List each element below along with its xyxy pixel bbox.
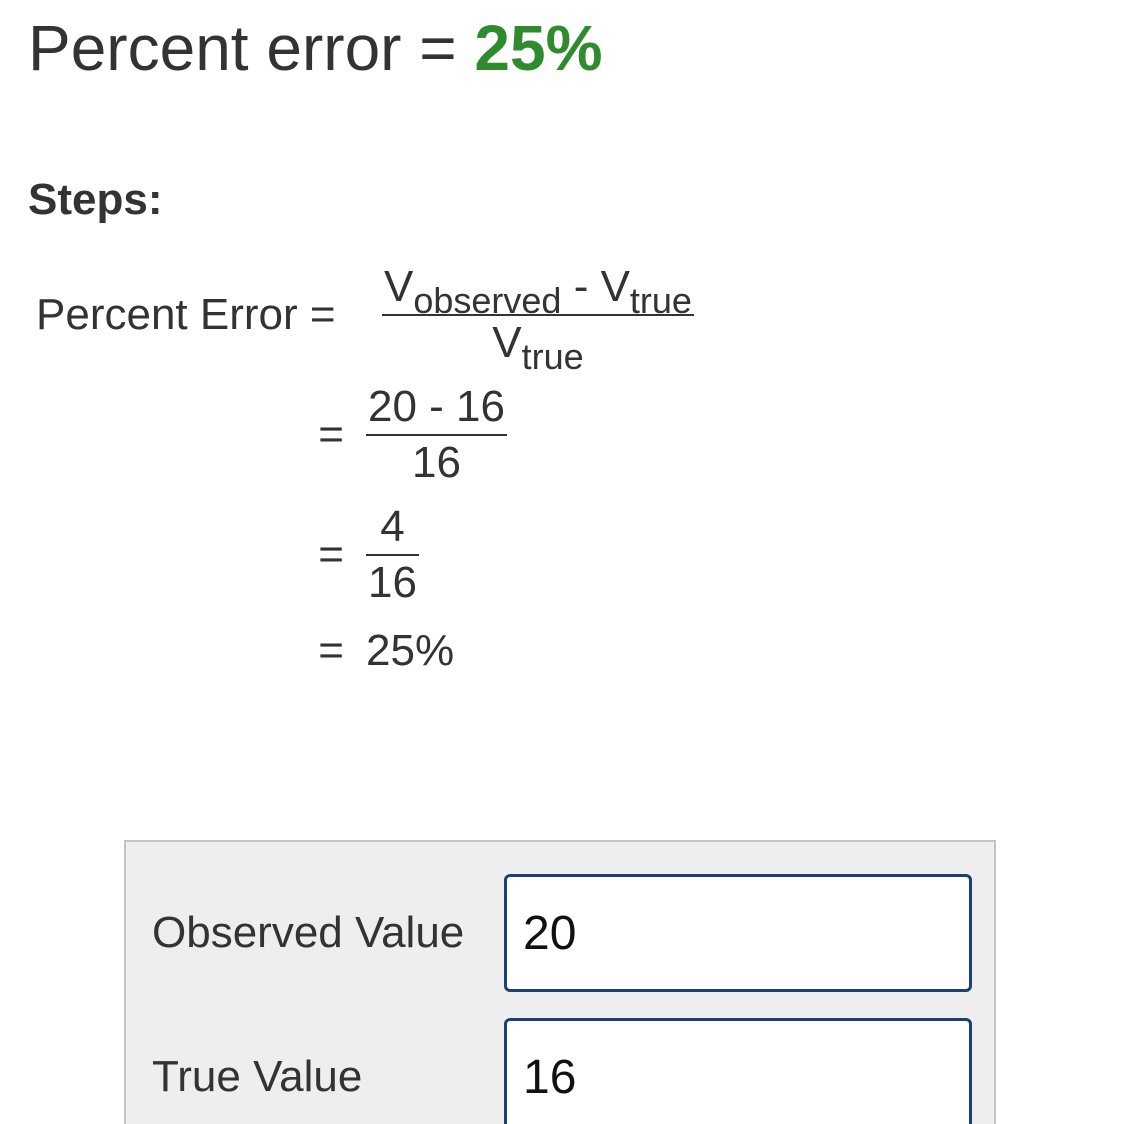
steps-heading: Steps: [28, 175, 163, 224]
formula-simplified-row: = 4 16 [36, 502, 694, 608]
formula-denominator: Vtrue [490, 318, 585, 377]
substitution-denominator: 16 [412, 438, 461, 487]
formula-numerator: Vobserved - Vtrue [382, 262, 694, 321]
formula-substitution-row: = 20 - 16 16 [36, 382, 694, 488]
true-value-input[interactable] [504, 1018, 972, 1124]
denominator-sub-true: true [521, 336, 584, 377]
substitution-numerator: 20 - 16 [368, 382, 505, 431]
percent-error-calculator-page: Percent error = 25% Steps: Percent Error… [0, 0, 1122, 1124]
fraction-bar [366, 434, 507, 436]
steps-formula: Percent Error = Vobserved - Vtrue Vtrue … [36, 262, 694, 676]
observed-value-row: Observed Value [126, 874, 994, 992]
true-value-row: True Value [126, 1018, 994, 1124]
true-value-label: True Value [152, 1052, 363, 1101]
numerator-minus-v: - V [561, 262, 630, 311]
formula-definition-row: Percent Error = Vobserved - Vtrue Vtrue [36, 262, 694, 377]
formula-fraction: Vobserved - Vtrue Vtrue [382, 262, 694, 377]
equals-sign: = [318, 626, 344, 675]
formula-lhs: Percent Error = [36, 290, 336, 339]
result-line: Percent error = 25% [28, 10, 603, 86]
equals-sign: = [318, 410, 344, 459]
substitution-fraction: 20 - 16 16 [366, 382, 507, 488]
denominator-v: V [492, 318, 522, 367]
equals-sign: = [318, 530, 344, 579]
simplified-numerator: 4 [380, 502, 405, 551]
numerator-v-observed: V [384, 262, 414, 311]
result-value: 25% [474, 12, 603, 84]
input-form-panel: Observed Value True Value [124, 840, 996, 1124]
numerator-sub-observed: observed [413, 280, 562, 321]
formula-result-row: = 25% [36, 626, 694, 676]
fraction-bar [366, 554, 419, 556]
result-label: Percent error = [28, 12, 475, 84]
simplified-fraction: 4 16 [366, 502, 419, 608]
observed-value-label: Observed Value [152, 908, 465, 957]
numerator-sub-true: true [629, 280, 692, 321]
final-result-value: 25% [366, 626, 455, 675]
simplified-denominator: 16 [368, 558, 417, 607]
observed-value-input[interactable] [504, 874, 972, 992]
